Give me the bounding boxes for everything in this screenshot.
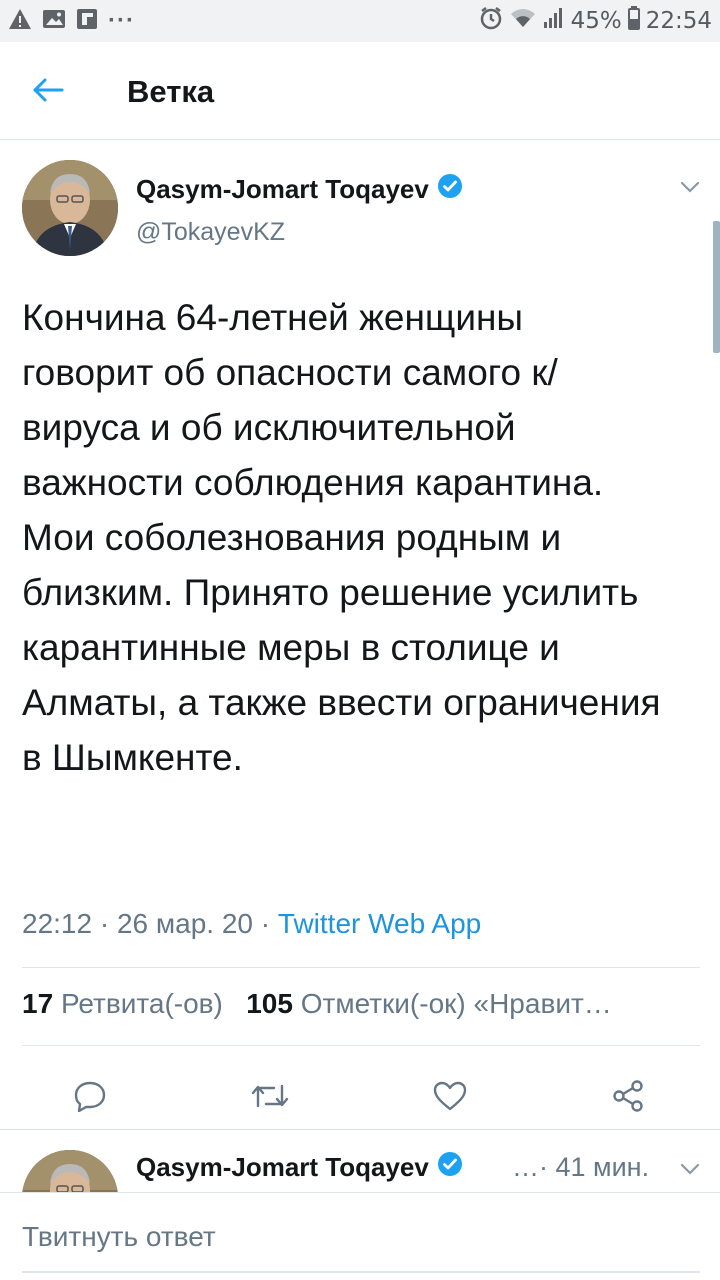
verified-badge-icon bbox=[437, 173, 463, 206]
tweet-actions bbox=[0, 1068, 720, 1132]
divider bbox=[0, 1129, 720, 1130]
author-name-text: Qasym-Jomart Toqayev bbox=[136, 174, 429, 204]
tweet-menu-button[interactable] bbox=[676, 176, 704, 198]
retweets-stat[interactable]: 17 Ретвита(-ов) bbox=[22, 988, 223, 1019]
tweet-meta: 22:12 · 26 мар. 20 · Twitter Web App bbox=[22, 908, 482, 939]
share-button[interactable] bbox=[598, 1068, 658, 1128]
next-tweet-menu-button[interactable] bbox=[676, 1158, 704, 1180]
scrollbar[interactable] bbox=[713, 221, 720, 353]
like-button[interactable] bbox=[420, 1068, 480, 1128]
retweet-button[interactable] bbox=[240, 1068, 300, 1128]
warning-icon bbox=[8, 8, 32, 35]
next-tweet-author-name: Qasym-Jomart Toqayev bbox=[136, 1152, 429, 1182]
flipboard-icon bbox=[76, 8, 98, 35]
status-bar: ··· 45% 22:54 bbox=[0, 0, 720, 42]
next-tweet-ellipsis: … bbox=[512, 1152, 539, 1182]
arrow-left-icon bbox=[32, 77, 64, 108]
reply-button[interactable] bbox=[60, 1068, 120, 1128]
next-tweet-time-ago: · 41 мин. bbox=[539, 1152, 650, 1182]
retweets-label: Ретвита(-ов) bbox=[60, 988, 223, 1019]
battery-percent: 45% bbox=[570, 8, 622, 34]
tweet-source-link[interactable]: Twitter Web App bbox=[278, 908, 481, 939]
share-icon bbox=[611, 1079, 645, 1118]
divider bbox=[22, 1045, 700, 1046]
signal-icon bbox=[543, 7, 565, 35]
verified-badge-icon bbox=[437, 1151, 463, 1184]
reply-underline bbox=[22, 1271, 700, 1273]
divider bbox=[22, 967, 700, 968]
app-header: Ветка bbox=[0, 42, 720, 140]
reply-icon bbox=[73, 1080, 107, 1117]
battery-icon bbox=[627, 6, 640, 36]
image-icon bbox=[42, 9, 66, 34]
next-tweet-avatar[interactable] bbox=[22, 1150, 118, 1192]
avatar[interactable] bbox=[22, 160, 118, 256]
retweet-icon bbox=[250, 1081, 290, 1116]
likes-label: Отметки(-ок) «Нравит… bbox=[300, 988, 612, 1019]
heart-icon bbox=[432, 1080, 468, 1117]
author-handle[interactable]: @TokayevKZ bbox=[136, 218, 285, 247]
retweets-count: 17 bbox=[22, 988, 54, 1019]
page-title: Ветка bbox=[127, 74, 215, 109]
more-dots-icon: ··· bbox=[108, 7, 135, 34]
wifi-icon bbox=[509, 7, 537, 35]
alarm-icon bbox=[479, 6, 503, 36]
clock: 22:54 bbox=[645, 8, 712, 34]
likes-stat[interactable]: 105 Отметки(-ок) «Нравит… bbox=[246, 988, 612, 1019]
chevron-down-icon bbox=[676, 181, 704, 202]
tweet-stats: 17 Ретвита(-ов) 105 Отметки(-ок) «Нравит… bbox=[22, 988, 682, 1020]
tweet-date: 26 мар. 20 bbox=[116, 908, 253, 939]
tweet-time: 22:12 bbox=[22, 908, 93, 939]
tweet-text: Кончина 64-летней женщины говорит об опа… bbox=[22, 297, 661, 778]
reply-composer: Твитнуть ответ bbox=[0, 1192, 720, 1280]
reply-input[interactable]: Твитнуть ответ bbox=[22, 1221, 216, 1253]
next-tweet-author[interactable]: Qasym-Jomart Toqayev bbox=[136, 1151, 463, 1184]
chevron-down-icon bbox=[676, 1163, 704, 1184]
back-button[interactable] bbox=[28, 72, 68, 112]
author-name[interactable]: Qasym-Jomart Toqayev bbox=[136, 173, 463, 206]
next-tweet-time: …· 41 мин. bbox=[512, 1152, 649, 1183]
likes-count: 105 bbox=[246, 988, 293, 1019]
